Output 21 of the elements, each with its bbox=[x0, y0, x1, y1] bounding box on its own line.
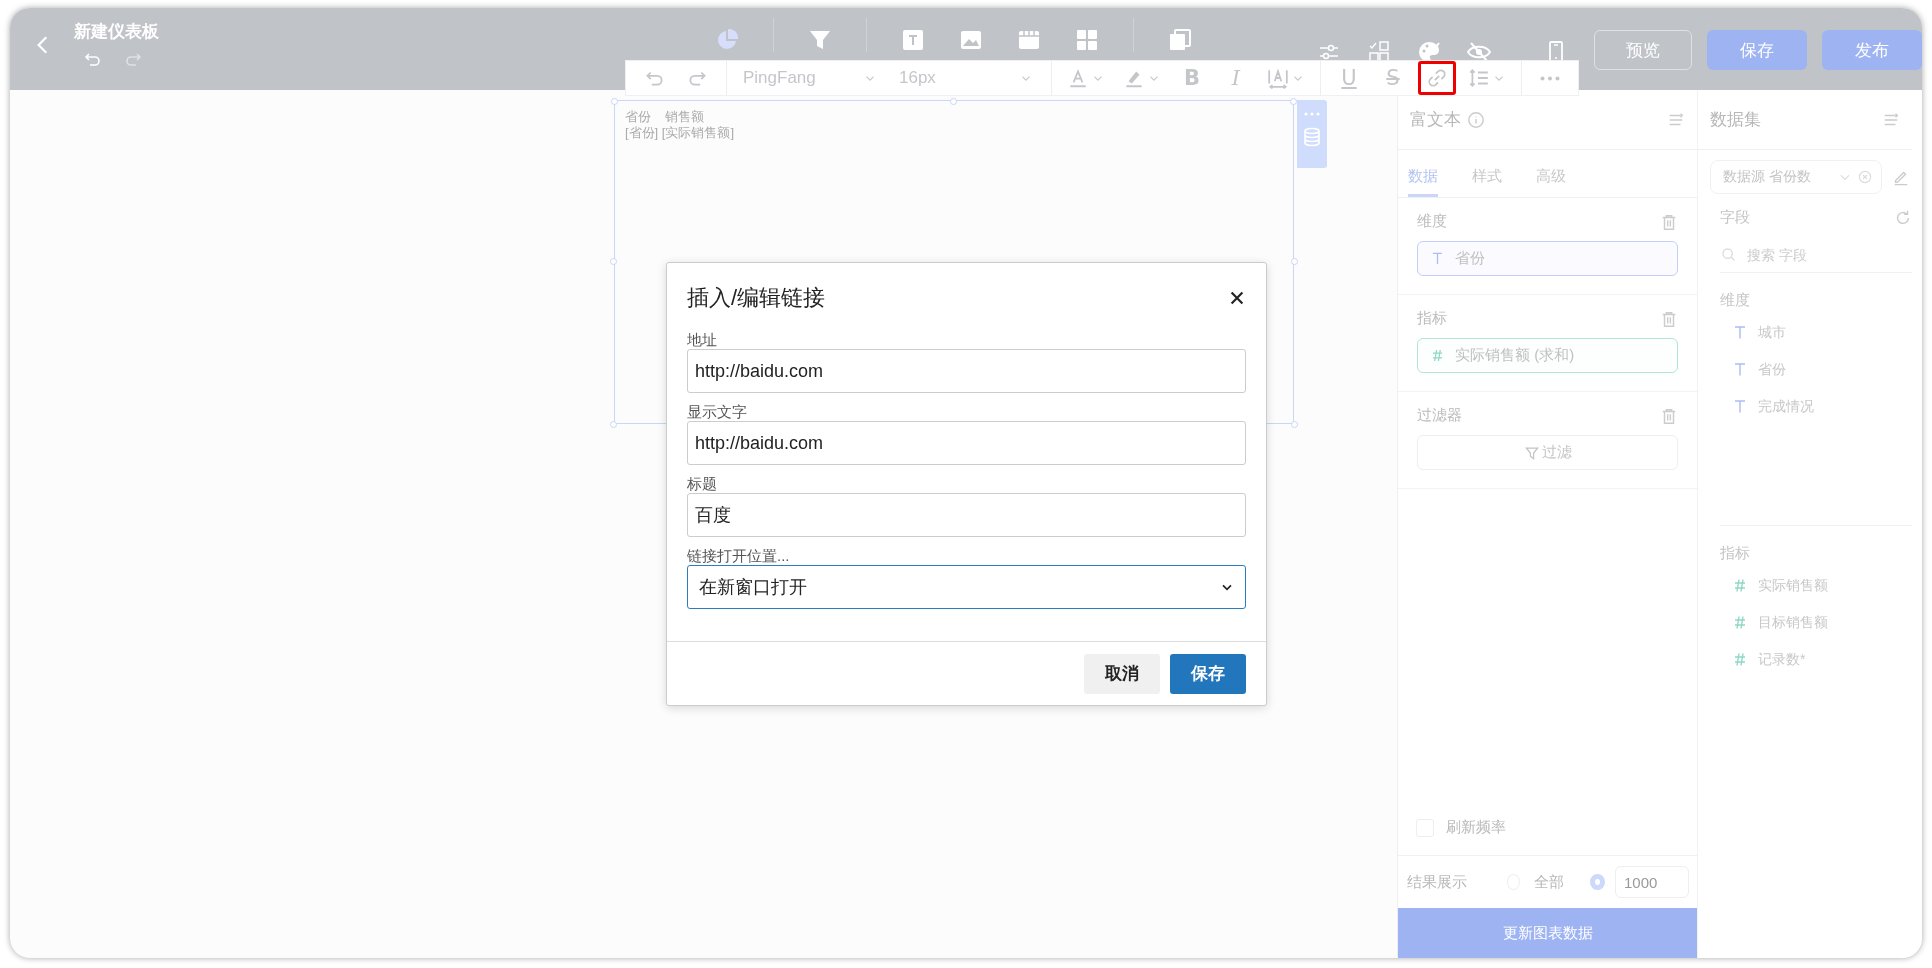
section-label: 字段 bbox=[1720, 208, 1750, 227]
radio-label: 全部 bbox=[1534, 872, 1565, 892]
field-label: 显示文字 bbox=[687, 402, 748, 421]
chip-label: 实际销售额 (求和) bbox=[1455, 346, 1575, 365]
dashboard-title: 新建仪表板 bbox=[74, 21, 159, 43]
section-label: 维度 bbox=[1720, 291, 1751, 310]
chip-label: 省份 bbox=[1455, 249, 1485, 268]
section-label: 指标 bbox=[1417, 309, 1447, 328]
checkbox-label: 刷新频率 bbox=[1446, 818, 1506, 837]
section-label: 过滤器 bbox=[1417, 406, 1462, 425]
panel-title: 富文本 bbox=[1410, 109, 1461, 131]
widget-text-line: 省份 销售额 bbox=[625, 109, 706, 125]
panel-title: 数据集 bbox=[1710, 109, 1761, 131]
field-label: 地址 bbox=[687, 330, 718, 349]
widget-text-line: [省份] [实际销售额] bbox=[625, 125, 736, 141]
field-label: 标题 bbox=[687, 474, 718, 493]
dialog-title: 插入/编辑链接 bbox=[687, 284, 826, 312]
field-label: 链接打开位置... bbox=[687, 546, 791, 565]
result-display-label: 结果展示 bbox=[1407, 872, 1467, 892]
section-label: 维度 bbox=[1417, 212, 1447, 231]
section-label: 指标 bbox=[1720, 544, 1751, 563]
